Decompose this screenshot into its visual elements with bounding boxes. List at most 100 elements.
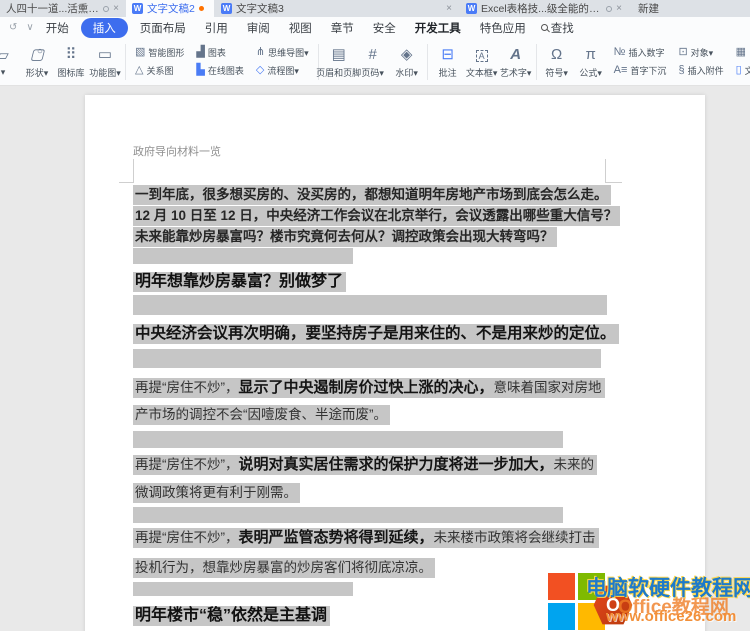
tab-document-2-active[interactable]: W 文字文稿2 [126, 0, 214, 17]
tab-label: Excel表格技...级全能的开方公式 [481, 3, 602, 15]
menu-bar: ↺ ∨ 开始 插入 页面布局 引用 审阅 视图 章节 安全 开发工具 特色应用 … [0, 17, 750, 38]
doc-line[interactable]: 12 月 10 日至 12 日，中央经济工作会议在北京举行，会议透露出哪些重大信… [133, 204, 621, 226]
drop-cap-button[interactable]: A≡ 首字下沉 [614, 64, 667, 77]
doc-line[interactable]: 再提“房住不炒”，表明严监管态势将得到延续，未来楼市政策将会继续打击 [133, 526, 599, 548]
close-icon[interactable]: × [616, 3, 622, 14]
comment-icon: ⊟ [441, 45, 454, 63]
icon-library-button[interactable]: ⠿ 图标库 [54, 45, 88, 79]
menu-review[interactable]: 审阅 [240, 18, 277, 38]
tab-label: 新建 [638, 3, 659, 15]
menu-view[interactable]: 视图 [282, 18, 319, 38]
flowchart-button[interactable]: ◇ 流程图▾ [256, 64, 309, 77]
doc-line[interactable]: 一到年底，很多想买房的、没买房的，都想知道明年房地产市场到底会怎么走。 [133, 183, 611, 205]
doc-part-button[interactable]: ▯ 文档部件▾ [736, 64, 750, 77]
margin-mark [605, 159, 606, 183]
object-group: ⊡ 对象▾ § 插入附件 [672, 46, 729, 77]
doc-line[interactable]: 产市场的调控不会“因噎废食、半途而废”。 [133, 403, 390, 425]
menu-home[interactable]: 开始 [39, 18, 76, 38]
document-canvas: 政府导向材料一览 一到年底，很多想买房的、没买房的，都想知道明年房地产市场到底会… [0, 86, 750, 631]
object-icon: ⊡ [678, 46, 688, 58]
selected-blank-line[interactable] [133, 431, 563, 448]
watermark-url: www.office26.com [606, 608, 737, 625]
selected-blank-line[interactable] [133, 248, 353, 264]
doc-line[interactable]: 投机行为，想靠炒房暴富的炒房客们将彻底凉凉。 [133, 556, 435, 578]
find-label: 查找 [550, 22, 574, 35]
header-footer-button[interactable]: ▤ 页眉和页脚 [316, 45, 361, 79]
selected-blank-line[interactable] [133, 349, 601, 368]
date-button[interactable]: ▦ 日期 [736, 46, 750, 59]
doc-heading[interactable]: 明年想靠炒房暴富？别做梦了 [133, 267, 347, 292]
page-number-button[interactable]: # 页码▾ [356, 45, 390, 79]
smartart-button[interactable]: ▧ 智能图形 [135, 46, 184, 59]
shapes-icon: ▢ ○ [29, 45, 45, 63]
attachment-button[interactable]: § 插入附件 [678, 64, 723, 77]
tab-document-3[interactable]: W 文字文稿3 × [215, 0, 458, 17]
date-icon: ▦ [735, 46, 746, 58]
date-group: ▦ 日期 ▯ 文档部件▾ [730, 46, 750, 77]
menu-references[interactable]: 引用 [198, 18, 235, 38]
menu-featured-apps[interactable]: 特色应用 [473, 18, 533, 38]
textbox-button[interactable]: A 文本框▾ [465, 45, 499, 79]
header-footer-icon: ▤ [331, 45, 346, 63]
doc-heading[interactable]: 明年楼市“稳”依然是主基调 [133, 601, 331, 626]
doc-line[interactable]: 未来能靠炒房暴富吗？楼市究竟何去何从？调控政策会出现大转弯吗？ [133, 225, 557, 247]
wordart-button[interactable]: A 艺术字▾ [499, 45, 533, 79]
selected-blank-line[interactable] [133, 507, 563, 523]
page-header-text: 政府导向材料一览 [133, 146, 221, 158]
online-chart-button[interactable]: ▙ 在线图表 [196, 64, 243, 77]
doc-line[interactable]: 中央经济会议再次明确，要坚持房子是用来住的、不是用来炒的定位。 [133, 321, 619, 344]
modified-dot-icon [198, 6, 204, 11]
menu-security[interactable]: 安全 [366, 18, 403, 38]
menu-page-layout[interactable]: 页面布局 [133, 18, 193, 38]
formula-button[interactable]: π 公式▾ [574, 45, 608, 79]
icon-library-icon: ⠿ [65, 45, 77, 63]
chart-button[interactable]: ▟ 图表 [196, 46, 243, 59]
doc-line[interactable]: 再提“房住不炒”，显示了中央遏制房价过快上涨的决心，意味着国家对房地 [133, 376, 605, 398]
chart-group: ▟ 图表 ▙ 在线图表 [190, 46, 249, 77]
tip-icon [103, 5, 110, 12]
selected-blank-line[interactable] [133, 295, 607, 315]
mindmap-group: ⋔ 思维导图▾ ◇ 流程图▾ [250, 46, 315, 77]
document-page[interactable]: 政府导向材料一览 一到年底，很多想买房的、没买房的，都想知道明年房地产市场到底会… [85, 95, 705, 631]
drop-cap-icon: A≡ [613, 64, 628, 76]
tab-document-4[interactable]: W Excel表格技...级全能的开方公式 × [460, 0, 628, 17]
tab-document-1[interactable]: 人四十一道...活熏负了自己 × [0, 0, 125, 17]
ribbon-divider [125, 43, 126, 80]
tab-new-document[interactable]: 新建 [632, 0, 686, 17]
wordart-icon: A [510, 45, 522, 63]
menu-insert-active[interactable]: 插入 [80, 17, 128, 38]
diagram-group: ▧ 智能图形 △ 关系图 [129, 46, 190, 77]
function-diagram-button[interactable]: ▭ 功能图▾ [88, 45, 122, 79]
object-button[interactable]: ⊡ 对象▾ [678, 46, 723, 59]
menu-section[interactable]: 章节 [324, 18, 361, 38]
insert-number-button[interactable]: № 插入数字 [614, 46, 667, 59]
mindmap-button[interactable]: ⋔ 思维导图▾ [256, 46, 309, 59]
mindmap-icon: ⋔ [255, 46, 266, 58]
tab-label: 文字文稿2 [147, 3, 195, 15]
writer-doc-icon: W [466, 3, 477, 14]
menu-dev-tools[interactable]: 开发工具 [408, 18, 468, 38]
relation-diagram-button[interactable]: △ 关系图 [135, 64, 184, 77]
number-group: № 插入数字 A≡ 首字下沉 [608, 46, 673, 77]
ribbon-divider [535, 43, 537, 80]
doc-line[interactable]: 再提“房住不炒”，说明对真实居住需求的保护力度将进一步加大，未来的 [133, 453, 598, 475]
watermark-title: 电脑软硬件教程网 [586, 577, 750, 600]
close-icon[interactable]: × [113, 3, 119, 14]
close-icon[interactable]: × [446, 3, 452, 14]
customize-toolbar-icon[interactable]: ↺ [9, 22, 17, 33]
shapes-button[interactable]: ▢ ○ 形状▾ [20, 45, 54, 79]
online-chart-icon: ▙ [196, 64, 205, 76]
selected-blank-line[interactable] [133, 582, 353, 596]
watermark-button[interactable]: ◈ 水印▾ [390, 45, 424, 79]
symbol-button[interactable]: Ω 符号▾ [540, 45, 574, 79]
writer-doc-icon: W [221, 3, 232, 14]
doc-line[interactable]: 微调政策将更有利于刚需。 [133, 481, 300, 503]
tab-label: 人四十一道...活熏负了自己 [6, 3, 99, 15]
search-icon [540, 24, 548, 31]
collapse-ribbon-icon[interactable]: ∨ [26, 22, 33, 33]
find-button[interactable]: 查找 [540, 20, 574, 36]
comment-button[interactable]: ⊟ 批注 [431, 45, 465, 79]
margin-mark [133, 159, 134, 183]
writer-doc-icon: W [132, 3, 143, 14]
picture-button-clipped[interactable]: ▱ ▾ [0, 46, 20, 78]
